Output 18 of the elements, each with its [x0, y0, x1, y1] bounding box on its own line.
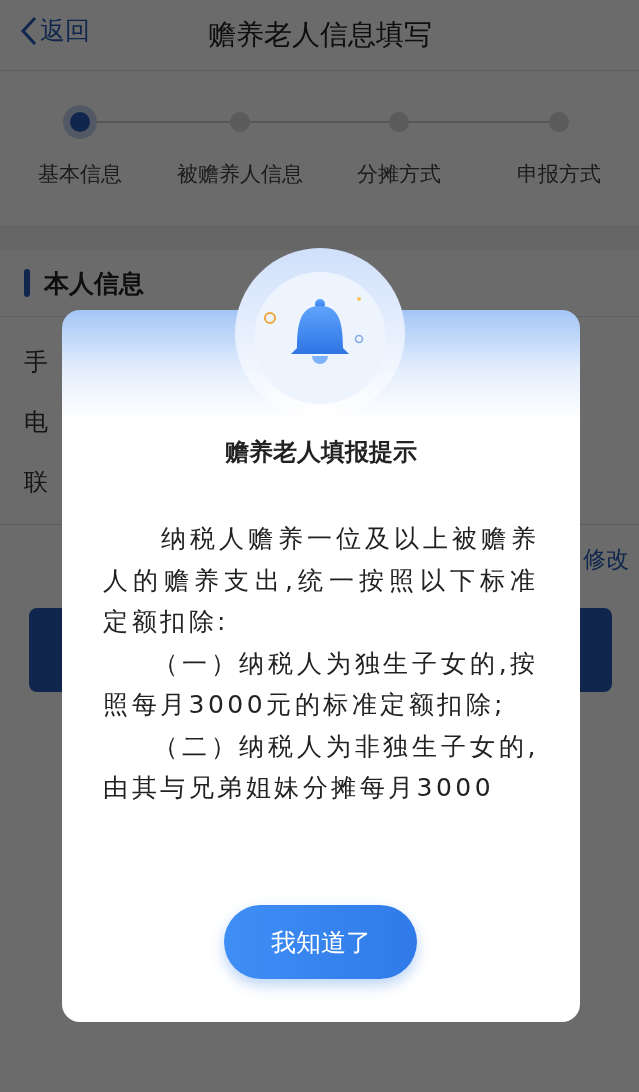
step-label: 被赡养人信息 [176, 161, 303, 188]
back-button[interactable]: 返回 [20, 14, 90, 47]
step-label: 申报方式 [517, 161, 602, 188]
edit-link[interactable]: 修改 [583, 543, 629, 575]
step-label: 分摊方式 [357, 161, 442, 188]
field-label: 手 [24, 347, 48, 378]
chevron-left-icon [20, 15, 38, 46]
notice-paragraph: （一）纳税人为独生子女的,按照每月3000元的标准定额扣除; [103, 647, 539, 721]
section-title: 本人信息 [44, 267, 144, 300]
step-label: 基本信息 [37, 161, 122, 188]
accent-bar [24, 269, 30, 297]
notice-paragraph: 纳税人赡养一位及以上被赡养人的赡养支出,统一按照以下标准定额扣除: [103, 523, 539, 638]
confirm-button[interactable]: 我知道了 [224, 905, 417, 979]
field-label: 联 [24, 467, 48, 498]
page-title: 赡养老人信息填写 [207, 17, 432, 53]
dialog-title: 赡养老人填报提示 [224, 437, 418, 468]
field-label: 电 [24, 407, 48, 438]
notice-paragraph: （二）纳税人为非独生子女的,由其与兄弟姐妹分摊每月3000 [103, 730, 539, 804]
